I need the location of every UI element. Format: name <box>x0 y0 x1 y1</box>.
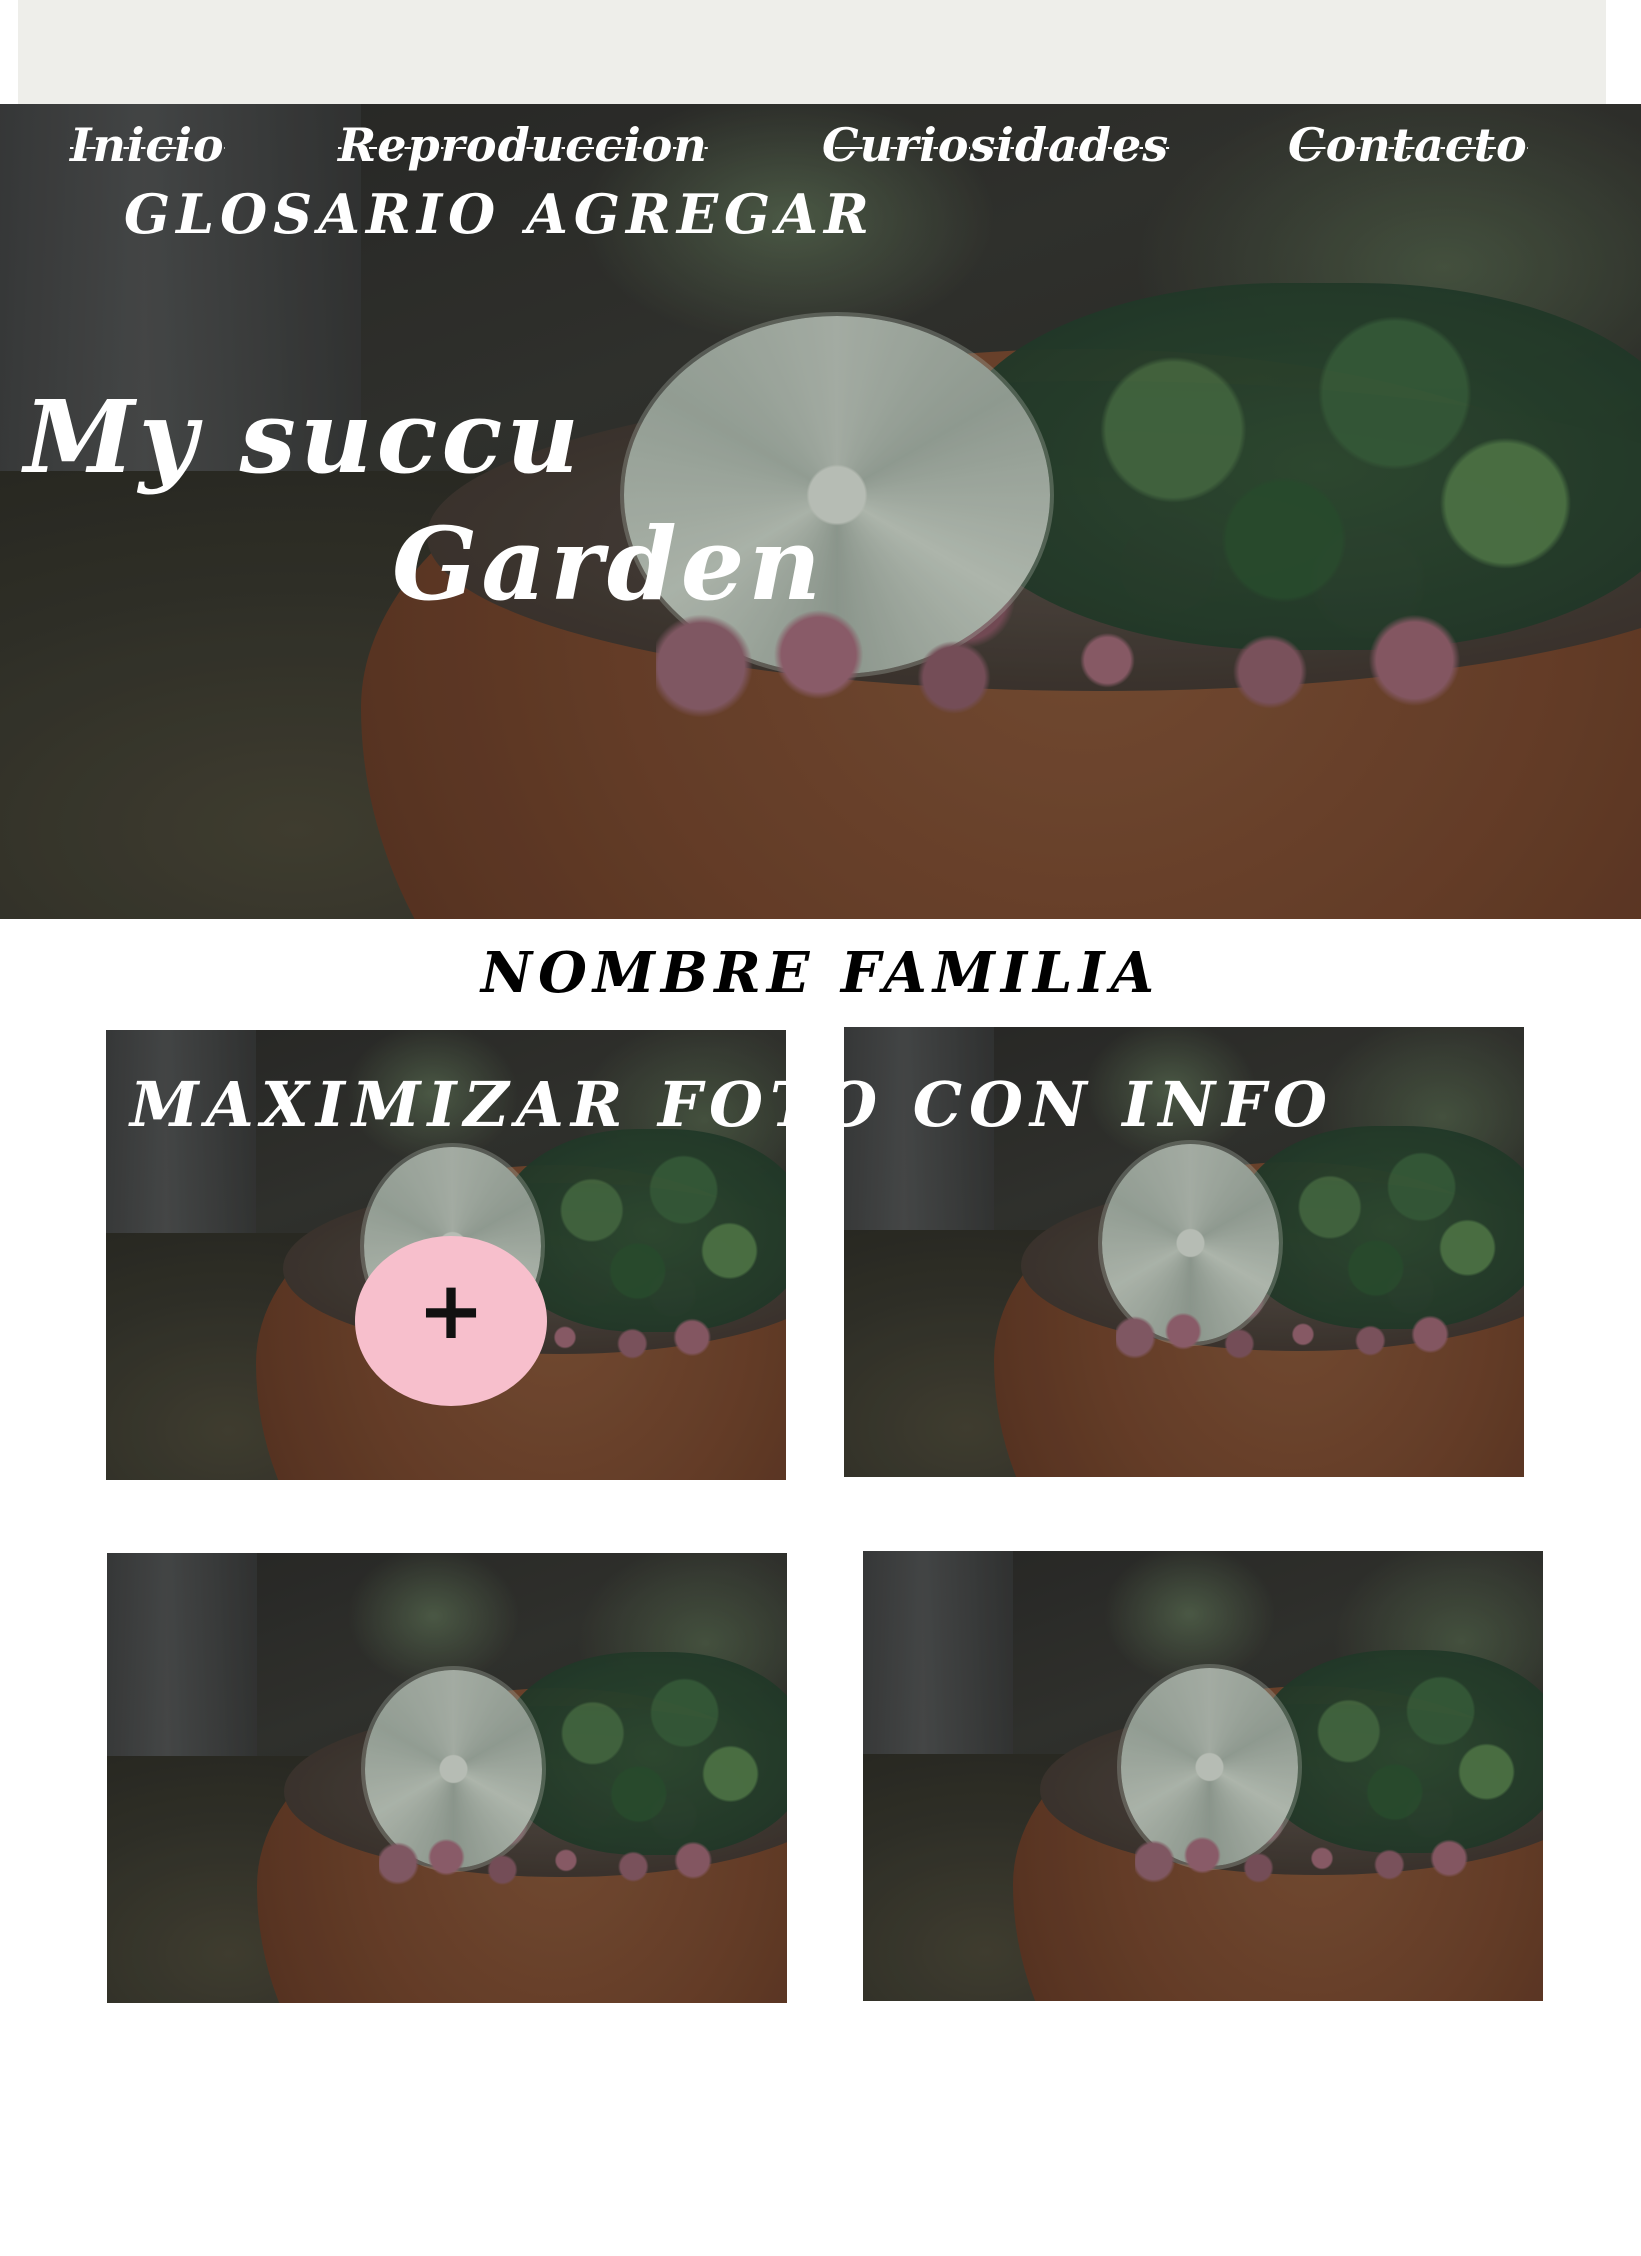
main-nav: Inicio Reproduccion Curiosidades Contact… <box>0 118 1641 178</box>
hero-title-line1: My succu <box>24 378 584 496</box>
section-title: NOMBRE FAMILIA <box>480 940 1161 1006</box>
maximize-photo-caption: MAXIMIZAR FOTO CON INFO <box>130 1068 1335 1141</box>
gallery-card-3[interactable] <box>107 1553 787 2003</box>
add-button[interactable]: + <box>355 1236 547 1406</box>
nav-contacto[interactable]: Contacto <box>1288 118 1528 172</box>
hero-title-line2: Garden <box>392 505 826 623</box>
nav-reproduccion[interactable]: Reproduccion <box>338 118 708 172</box>
gallery-card-4[interactable] <box>863 1551 1543 2001</box>
nav-glosario[interactable]: GLOSARIO AGREGAR <box>124 182 875 246</box>
top-strip <box>18 0 1606 104</box>
nav-curiosidades[interactable]: Curiosidades <box>822 118 1169 172</box>
nav-inicio[interactable]: Inicio <box>70 118 225 172</box>
